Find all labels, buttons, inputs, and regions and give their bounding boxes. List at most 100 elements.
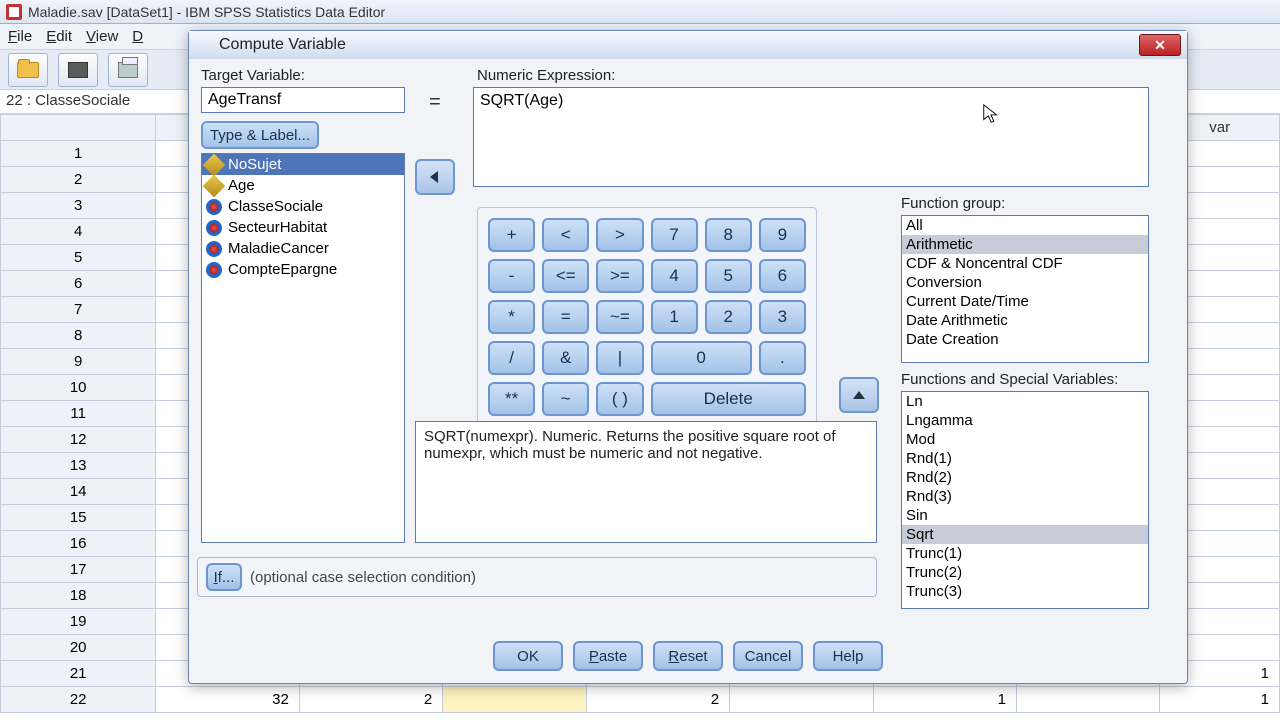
keypad-9-button[interactable]: 9 [759,218,806,252]
keypad--button[interactable]: ~= [596,300,643,334]
keypad--button[interactable]: ( ) [596,382,643,416]
print-button[interactable] [108,53,148,87]
target-variable-input[interactable] [201,87,405,113]
row-header[interactable]: 3 [1,193,156,219]
function-item[interactable]: Rnd(1) [902,449,1148,468]
function-group-list[interactable]: AllArithmeticCDF & Noncentral CDFConvers… [901,215,1149,363]
function-group-item[interactable]: Date Arithmetic [902,311,1148,330]
function-group-item[interactable]: Current Date/Time [902,292,1148,311]
row-header[interactable]: 9 [1,349,156,375]
menu-data[interactable]: D [132,28,143,45]
variable-item[interactable]: Age [202,175,404,196]
row-header[interactable]: 2 [1,167,156,193]
menu-edit[interactable]: Edit [46,28,72,45]
row-header[interactable]: 13 [1,453,156,479]
row-header[interactable]: 16 [1,531,156,557]
keypad--button[interactable]: + [488,218,535,252]
numeric-expression-input[interactable] [473,87,1149,187]
function-group-item[interactable]: All [902,216,1148,235]
functions-list[interactable]: LnLngammaModRnd(1)Rnd(2)Rnd(3)SinSqrtTru… [901,391,1149,609]
function-group-item[interactable]: Date Creation [902,330,1148,349]
function-group-item[interactable]: Arithmetic [902,235,1148,254]
row-header[interactable]: 14 [1,479,156,505]
cell[interactable]: 2 [299,687,442,713]
function-item[interactable]: Trunc(1) [902,544,1148,563]
row-header[interactable]: 10 [1,375,156,401]
cell[interactable]: 2 [586,687,729,713]
cell[interactable]: 32 [156,687,299,713]
row-header[interactable]: 18 [1,583,156,609]
function-item[interactable]: Mod [902,430,1148,449]
type-and-label-button[interactable]: Type & Label... [201,121,319,149]
cell[interactable] [730,687,873,713]
row-header[interactable]: 4 [1,219,156,245]
variable-item[interactable]: MaladieCancer [202,238,404,259]
row-header[interactable]: 15 [1,505,156,531]
keypad--button[interactable]: <= [542,259,589,293]
row-header[interactable]: 7 [1,297,156,323]
function-item[interactable]: Trunc(3) [902,582,1148,601]
keypad-1-button[interactable]: 1 [651,300,698,334]
paste-button[interactable]: Paste [573,641,643,671]
function-item[interactable]: Ln [902,392,1148,411]
cell[interactable] [1017,687,1160,713]
function-group-item[interactable]: CDF & Noncentral CDF [902,254,1148,273]
menu-view[interactable]: View [86,28,118,45]
row-header[interactable]: 21 [1,661,156,687]
keypad-2-button[interactable]: 2 [705,300,752,334]
cell[interactable]: 1 [1160,687,1280,713]
keypad-5-button[interactable]: 5 [705,259,752,293]
reset-button[interactable]: Reset [653,641,723,671]
row-header[interactable]: 12 [1,427,156,453]
row-header[interactable]: 22 [1,687,156,713]
row-header[interactable]: 17 [1,557,156,583]
function-item[interactable]: Rnd(3) [902,487,1148,506]
variable-item[interactable]: CompteEpargne [202,259,404,280]
function-item[interactable]: Rnd(2) [902,468,1148,487]
keypad--button[interactable]: * [488,300,535,334]
keypad-3-button[interactable]: 3 [759,300,806,334]
keypad--button[interactable]: | [596,341,643,375]
menu-file[interactable]: File [8,28,32,45]
row-header[interactable]: 19 [1,609,156,635]
row-header[interactable]: 6 [1,271,156,297]
keypad--button[interactable]: - [488,259,535,293]
cell[interactable]: 1 [873,687,1016,713]
row-header[interactable]: 1 [1,141,156,167]
row-header[interactable]: 20 [1,635,156,661]
move-to-expression-button[interactable] [415,159,455,195]
keypad--button[interactable]: >= [596,259,643,293]
keypad-4-button[interactable]: 4 [651,259,698,293]
variable-item[interactable]: ClasseSociale [202,196,404,217]
keypad--button[interactable]: = [542,300,589,334]
keypad--button[interactable]: ** [488,382,535,416]
keypad-0-button[interactable]: 0 [651,341,752,375]
row-header[interactable]: 11 [1,401,156,427]
keypad-7-button[interactable]: 7 [651,218,698,252]
function-item[interactable]: Sqrt [902,525,1148,544]
if-button[interactable]: If... [206,563,242,591]
function-item[interactable]: Lngamma [902,411,1148,430]
ok-button[interactable]: OK [493,641,563,671]
keypad--button[interactable]: & [542,341,589,375]
keypad--button[interactable]: . [759,341,806,375]
insert-function-button[interactable] [839,377,879,413]
function-item[interactable]: Sin [902,506,1148,525]
cell[interactable] [443,687,586,713]
keypad--button[interactable]: ~ [542,382,589,416]
save-button[interactable] [58,53,98,87]
variable-item[interactable]: SecteurHabitat [202,217,404,238]
keypad-6-button[interactable]: 6 [759,259,806,293]
function-group-item[interactable]: Conversion [902,273,1148,292]
function-item[interactable]: Trunc(2) [902,563,1148,582]
open-button[interactable] [8,53,48,87]
row-header[interactable]: 5 [1,245,156,271]
variable-item[interactable]: NoSujet [202,154,404,175]
row-header[interactable]: 8 [1,323,156,349]
dialog-titlebar[interactable]: Compute Variable ✕ [189,31,1187,59]
variable-list[interactable]: NoSujetAgeClasseSocialeSecteurHabitatMal… [201,153,405,543]
keypad-8-button[interactable]: 8 [705,218,752,252]
cancel-button[interactable]: Cancel [733,641,803,671]
keypad--button[interactable]: / [488,341,535,375]
keypad-Delete-button[interactable]: Delete [651,382,807,416]
